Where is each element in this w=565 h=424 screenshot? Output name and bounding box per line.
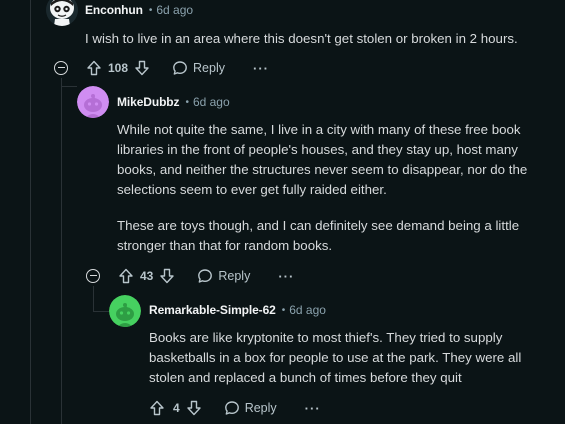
snoo-avatar-icon — [77, 86, 109, 118]
comment-actions: 108 Reply ··· — [54, 56, 269, 80]
author-name[interactable]: Enconhun — [85, 3, 143, 17]
comment-body: Books are like kryptonite to most thief'… — [149, 328, 559, 388]
reply-label: Reply — [218, 269, 251, 283]
comment-paragraph: Books are like kryptonite to most thief'… — [149, 330, 522, 385]
comment-bubble-icon — [173, 61, 187, 75]
arrow-down-icon — [186, 400, 201, 416]
thread-line-level1-branch — [61, 86, 77, 87]
avatar[interactable] — [109, 295, 141, 327]
author-name[interactable]: MikeDubbz — [117, 95, 180, 109]
snoo-avatar-icon — [46, 0, 78, 26]
avatar[interactable] — [46, 0, 78, 26]
comment-body: While not quite the same, I live in a ci… — [117, 120, 555, 256]
reply-label: Reply — [244, 401, 277, 415]
arrow-up-icon — [150, 400, 164, 416]
vote-score: 108 — [108, 61, 129, 75]
reply-button[interactable]: Reply — [224, 400, 277, 416]
comment-body: I wish to live in an area where this doe… — [85, 29, 555, 49]
upvote-button[interactable] — [86, 60, 102, 76]
downvote-button[interactable] — [159, 268, 175, 284]
comment-bubble-icon — [198, 269, 213, 283]
arrow-up-icon — [87, 60, 101, 76]
meta-separator: • — [148, 4, 153, 16]
vote-score: 43 — [140, 269, 154, 283]
downvote-button[interactable] — [134, 60, 150, 76]
comment-timestamp[interactable]: 6d ago — [156, 3, 193, 17]
comment-meta: Remarkable-Simple-62 • 6d ago — [149, 303, 326, 317]
arrow-down-icon — [135, 60, 149, 76]
upvote-button[interactable] — [149, 400, 165, 416]
comment-paragraph: These are toys though, and I can definit… — [117, 218, 520, 253]
collapse-thread-button[interactable] — [54, 61, 68, 75]
comment-meta: Enconhun • 6d ago — [85, 3, 193, 17]
thread-line-level1[interactable] — [61, 78, 62, 424]
thread-line-level2[interactable] — [93, 286, 94, 312]
comment-timestamp[interactable]: 6d ago — [289, 303, 326, 317]
more-options-button[interactable]: ··· — [253, 61, 269, 76]
reply-label: Reply — [193, 61, 225, 75]
reply-button[interactable]: Reply — [172, 60, 225, 76]
collapse-thread-button[interactable] — [86, 269, 100, 283]
comment-bubble-icon — [224, 401, 239, 415]
vote-score: 4 — [173, 401, 180, 415]
meta-separator: • — [281, 304, 286, 316]
more-options-button[interactable]: ··· — [278, 269, 294, 284]
comment-actions: 43 Reply ··· — [86, 264, 294, 288]
reply-button[interactable]: Reply — [197, 268, 250, 284]
arrow-up-icon — [119, 268, 133, 284]
comment-actions: 4 Reply ··· — [149, 396, 321, 420]
upvote-button[interactable] — [118, 268, 134, 284]
comment-timestamp[interactable]: 6d ago — [193, 95, 230, 109]
more-options-button[interactable]: ··· — [305, 401, 321, 416]
thread-line-root[interactable] — [30, 0, 31, 424]
comment-meta: MikeDubbz • 6d ago — [117, 95, 230, 109]
comment-paragraph: I wish to live in an area where this doe… — [85, 31, 518, 46]
comment-paragraph: While not quite the same, I live in a ci… — [117, 122, 528, 197]
author-name[interactable]: Remarkable-Simple-62 — [149, 303, 276, 317]
meta-separator: • — [185, 96, 189, 108]
thread-line-level2-branch — [93, 311, 109, 312]
comment-thread: Enconhun • 6d ago I wish to live in an a… — [0, 0, 565, 424]
avatar[interactable] — [77, 86, 109, 118]
snoo-avatar-icon — [109, 295, 141, 327]
arrow-down-icon — [160, 268, 175, 284]
downvote-button[interactable] — [186, 400, 202, 416]
